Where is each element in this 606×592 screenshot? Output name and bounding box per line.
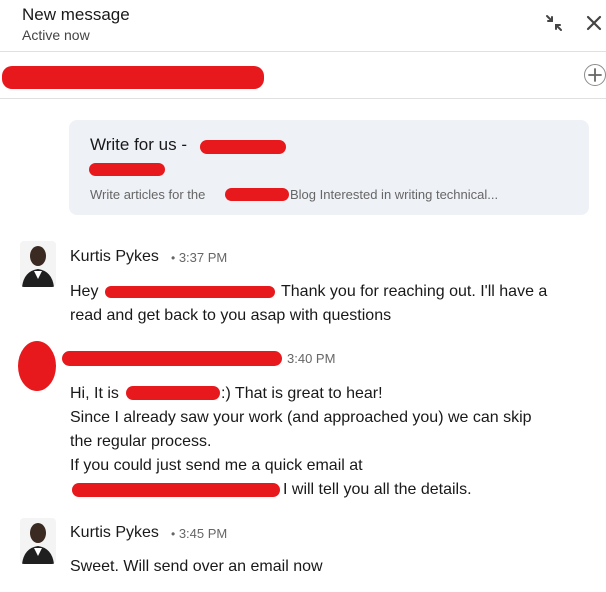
redacted-sender-name — [62, 351, 282, 366]
minimize-arrows-icon[interactable] — [541, 10, 567, 36]
message-text-line: Thank you for reaching out. I'll have a — [281, 283, 548, 300]
redacted-name — [105, 286, 275, 298]
redacted-email — [72, 483, 280, 497]
redacted-blog-name — [225, 188, 289, 201]
link-preview-title: Write for us - — [90, 135, 187, 154]
redacted-name — [126, 386, 220, 400]
separator-dot: • — [171, 527, 176, 541]
plus-icon[interactable] — [584, 64, 606, 86]
time-text: 3:37 PM — [178, 250, 228, 265]
message-text-line: Hey — [70, 283, 99, 300]
presence-status: Active now — [22, 27, 90, 43]
cutoff-text-remnant — [70, 100, 370, 104]
message-text-line: Sweet. Will send over an email now — [70, 558, 323, 575]
message-text-line: Hi, It is — [70, 385, 119, 402]
message-text-line: If you could just send me a quick email … — [70, 457, 363, 474]
message-text-line: I will tell you all the details. — [283, 481, 472, 498]
link-preview-description-end: Blog Interested in writing technical... — [290, 187, 499, 202]
message-timestamp: • 3:37 PM — [171, 250, 227, 265]
redacted-recipient-name — [2, 66, 264, 89]
message-text-line: read and get back to you asap with quest… — [70, 307, 392, 324]
avatar[interactable] — [20, 241, 56, 287]
close-icon[interactable] — [581, 10, 606, 36]
message-text-line: Since I already saw your work (and appro… — [70, 409, 532, 426]
conversation-title: New message — [22, 5, 130, 24]
recipient-field[interactable] — [0, 53, 606, 99]
message-thread[interactable]: Write for us - Write articles for the Bl… — [0, 100, 606, 592]
message-text-line: the regular process. — [70, 433, 212, 450]
conversation-header: New message Active now — [0, 0, 606, 52]
avatar[interactable] — [20, 518, 56, 564]
link-preview-card[interactable]: Write for us - Write articles for the Bl… — [69, 120, 589, 215]
message-timestamp: • 3:45 PM — [171, 526, 227, 541]
time-text: 3:45 PM — [178, 526, 228, 541]
link-preview-description-start: Write articles for the — [90, 187, 206, 202]
redacted-site-name-line2 — [89, 163, 165, 176]
message-timestamp: 3:40 PM — [287, 351, 336, 366]
redacted-site-name — [200, 140, 286, 154]
sender-name[interactable]: Kurtis Pykes — [70, 248, 159, 266]
avatar-redacted[interactable] — [17, 340, 57, 392]
sender-name[interactable]: Kurtis Pykes — [70, 524, 159, 542]
message-text-line: :) That is great to hear! — [221, 385, 383, 402]
separator-dot: • — [171, 251, 176, 265]
